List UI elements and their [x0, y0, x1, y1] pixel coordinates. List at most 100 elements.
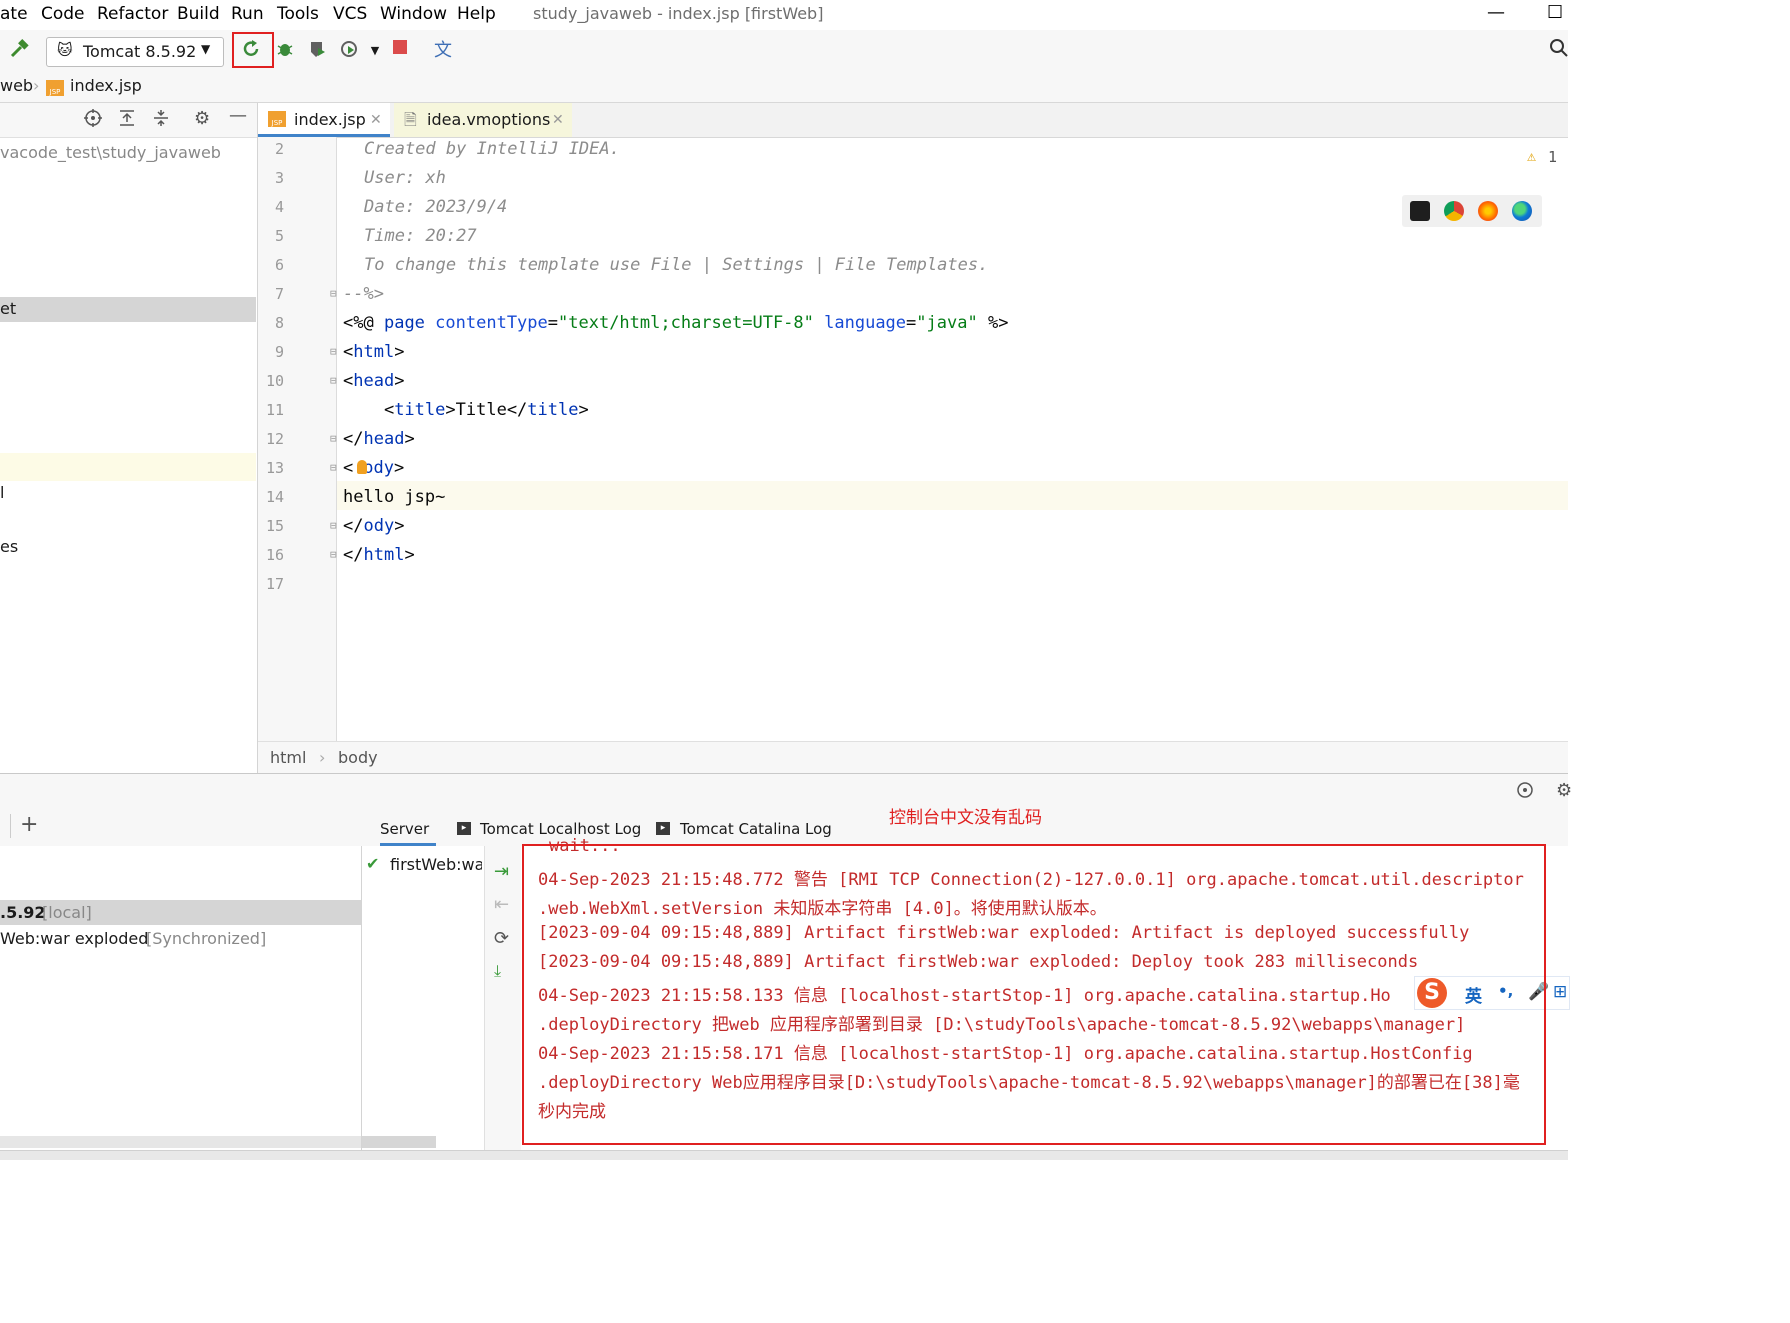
- divider: [10, 814, 11, 838]
- stop-icon[interactable]: [387, 38, 413, 64]
- menu-item-vcs[interactable]: VCS: [333, 4, 367, 24]
- tab-index-jsp[interactable]: JSP index.jsp ✕: [258, 103, 390, 137]
- annotation-highlight-box: [522, 844, 1546, 1145]
- rerun-icon[interactable]: [238, 38, 264, 64]
- tab-label: idea.vmoptions: [427, 110, 551, 129]
- code-editor[interactable]: Created by IntelliJ IDEA. User: xh Date:…: [337, 137, 1568, 741]
- project-root-path[interactable]: vacode_test\study_javaweb: [0, 143, 221, 162]
- breadcrumb-separator-icon: ›: [319, 748, 326, 767]
- menu-item-tools[interactable]: Tools: [277, 4, 319, 24]
- fold-marker-icon[interactable]: ⊟: [330, 374, 337, 387]
- gear-icon[interactable]: ⚙: [194, 108, 210, 129]
- locate-target-icon[interactable]: [83, 108, 103, 133]
- menu-item-run[interactable]: Run: [231, 4, 264, 24]
- fold-marker-icon[interactable]: ⊟: [330, 461, 337, 474]
- tag-name: ody: [363, 458, 394, 478]
- close-icon[interactable]: ✕: [370, 103, 382, 137]
- add-service-icon[interactable]: +: [20, 812, 38, 837]
- menu-item-build[interactable]: Build: [177, 4, 220, 24]
- intellij-browser-icon[interactable]: [1410, 201, 1430, 221]
- collapse-all-icon[interactable]: [151, 108, 171, 133]
- tag-name: html: [363, 545, 405, 565]
- undeploy-icon[interactable]: ⇤: [494, 894, 509, 915]
- tab-tomcat-catalina-log[interactable]: Tomcat Catalina Log: [680, 820, 832, 838]
- tag-name: title: [527, 400, 579, 420]
- line-number: 10: [265, 372, 284, 390]
- fold-marker-icon[interactable]: ⊟: [330, 548, 337, 561]
- firefox-icon[interactable]: [1478, 201, 1498, 221]
- menu-bar: ate Code Refactor Build Run Tools VCS Wi…: [0, 0, 1568, 30]
- coverage-icon[interactable]: [304, 38, 330, 64]
- breadcrumb-separator-icon: ›: [33, 76, 40, 95]
- more-run-chevron-icon[interactable]: ▼: [362, 38, 388, 64]
- tag-name: ody: [363, 516, 395, 536]
- tab-idea-vmoptions[interactable]: 🗎 idea.vmoptions ✕: [394, 103, 572, 137]
- fold-marker-icon[interactable]: ⊟: [330, 432, 337, 445]
- tree-row-artifact[interactable]: Web:war exploded [Synchronized]: [0, 926, 361, 951]
- project-panel: ⚙ — vacode_test\study_javaweb et l es: [0, 103, 258, 773]
- refresh-icon[interactable]: ⟳: [494, 928, 509, 949]
- deployment-actions: ⇥ ⇤ ⟳ ⤓: [485, 846, 521, 1160]
- search-icon[interactable]: [1546, 38, 1572, 64]
- intention-bulb-icon[interactable]: [357, 460, 367, 474]
- locate-target-icon[interactable]: [1515, 780, 1535, 804]
- build-hammer-icon[interactable]: [6, 38, 32, 64]
- breadcrumb-file[interactable]: index.jsp: [70, 76, 142, 95]
- warning-count[interactable]: 1: [1548, 148, 1557, 166]
- fold-marker-icon[interactable]: ⊟: [330, 519, 337, 532]
- bottom-tool-strip: [0, 1150, 1568, 1160]
- tab-server[interactable]: Server: [380, 820, 429, 838]
- log-console-icon: ▸: [457, 822, 471, 835]
- debug-bug-icon[interactable]: [272, 38, 298, 64]
- line-number: 2: [274, 140, 284, 158]
- breadcrumb-body[interactable]: body: [338, 748, 378, 767]
- project-row-label[interactable]: l: [0, 483, 4, 502]
- tree-row-tomcat-server[interactable]: .5.92 [local]: [0, 900, 361, 925]
- horizontal-scrollbar[interactable]: [362, 1136, 436, 1148]
- directive-attr: contentType: [435, 313, 548, 333]
- code-comment-line: Time: 20:27: [364, 226, 477, 246]
- translate-icon[interactable]: 文: [430, 38, 456, 64]
- breadcrumb-project[interactable]: web: [0, 76, 33, 95]
- expand-all-icon[interactable]: [117, 108, 137, 133]
- maximize-button[interactable]: ☐: [1547, 2, 1563, 23]
- deploy-icon[interactable]: ⇥: [494, 861, 509, 882]
- chrome-icon[interactable]: [1444, 201, 1464, 221]
- gear-icon[interactable]: ⚙: [1556, 780, 1572, 801]
- minimize-button[interactable]: —: [1487, 2, 1505, 23]
- breadcrumb-html[interactable]: html: [270, 748, 306, 767]
- ime-toolbox-icon[interactable]: ⊞: [1553, 982, 1567, 1002]
- artifact-suffix: [Synchronized]: [146, 929, 267, 948]
- line-number: 8: [274, 314, 284, 332]
- menu-item-help[interactable]: Help: [457, 4, 496, 24]
- title-text: Title: [455, 400, 507, 420]
- run-config-selector[interactable]: 🐱 Tomcat 8.5.92 ▼: [46, 37, 224, 67]
- hide-panel-icon[interactable]: —: [229, 105, 247, 126]
- main-toolbar: 🐱 Tomcat 8.5.92 ▼ ▼ 文: [0, 30, 1568, 73]
- menu-item-code[interactable]: Code: [41, 4, 85, 24]
- menu-item-refactor[interactable]: Refactor: [97, 4, 168, 24]
- project-selected-row[interactable]: et: [0, 297, 256, 322]
- code-comment-close: --%>: [343, 284, 384, 304]
- project-row-label[interactable]: es: [0, 537, 18, 556]
- fold-marker-icon[interactable]: ⊟: [330, 345, 337, 358]
- line-number: 6: [274, 256, 284, 274]
- line-number: 4: [274, 198, 284, 216]
- fold-marker-icon[interactable]: ⊟: [330, 287, 337, 300]
- run-config-label: Tomcat 8.5.92: [83, 42, 197, 61]
- edge-icon[interactable]: [1512, 201, 1532, 221]
- menu-item-navigate[interactable]: ate: [0, 4, 28, 24]
- deployment-item[interactable]: firstWeb:war: [390, 855, 482, 874]
- close-icon[interactable]: ✕: [552, 103, 564, 137]
- code-html-open: <html>: [343, 342, 405, 362]
- download-icon[interactable]: ⤓: [494, 961, 501, 981]
- menu-item-window[interactable]: Window: [380, 4, 447, 24]
- horizontal-scrollbar[interactable]: [0, 1136, 361, 1148]
- line-number: 15: [265, 517, 284, 535]
- line-number: 16: [265, 546, 284, 564]
- profile-icon[interactable]: [337, 38, 363, 64]
- warning-icon[interactable]: ⚠: [1527, 147, 1536, 165]
- checkmark-icon: ✔: [366, 854, 380, 873]
- code-head-close: </head>: [343, 429, 415, 449]
- server-suffix: [local]: [42, 903, 92, 922]
